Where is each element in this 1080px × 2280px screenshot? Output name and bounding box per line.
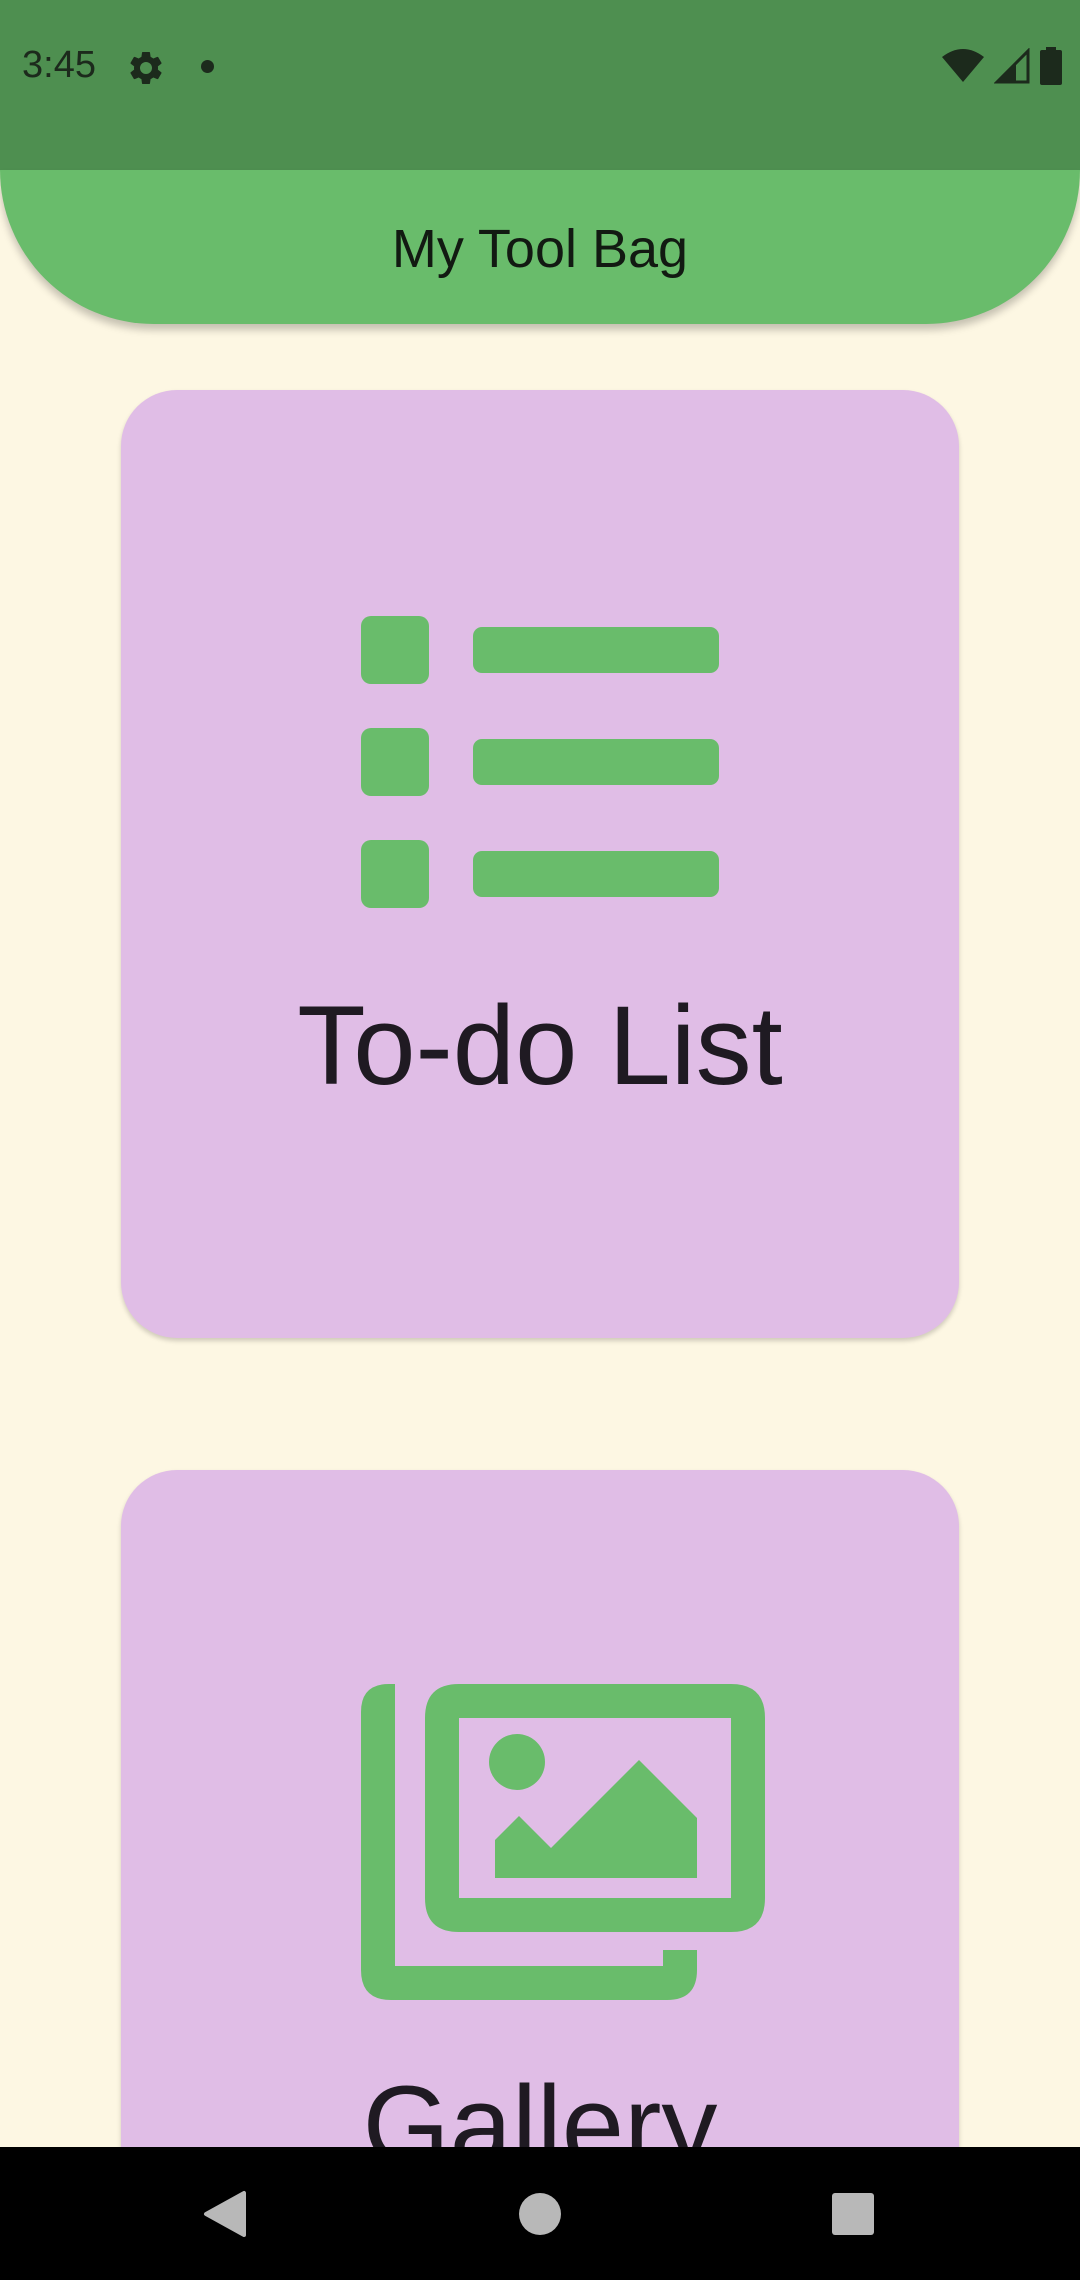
todo-list-card[interactable]: To-do List — [121, 390, 959, 1338]
status-bar: 3:45 — [0, 0, 1080, 170]
todo-list-label: To-do List — [297, 983, 783, 1108]
gear-icon — [130, 51, 162, 84]
app-bar: My Tool Bag — [0, 170, 1080, 324]
screen: 3:45 My Tool Bag To-do List Gallery — [0, 0, 1080, 2280]
wifi-icon — [942, 49, 984, 82]
status-time: 3:45 — [22, 44, 96, 86]
cell-signal-icon — [994, 48, 1030, 84]
navigation-bar — [0, 2147, 1080, 2280]
list-icon — [361, 616, 719, 908]
notification-dot-icon — [201, 60, 214, 73]
status-icons — [942, 46, 1062, 86]
photo-library-icon — [361, 1684, 765, 2000]
recents-square-icon[interactable] — [828, 2189, 878, 2239]
app-title: My Tool Bag — [391, 219, 689, 279]
home-circle-icon[interactable] — [515, 2189, 565, 2239]
back-triangle-icon[interactable] — [200, 2189, 250, 2239]
battery-icon — [1040, 47, 1062, 85]
